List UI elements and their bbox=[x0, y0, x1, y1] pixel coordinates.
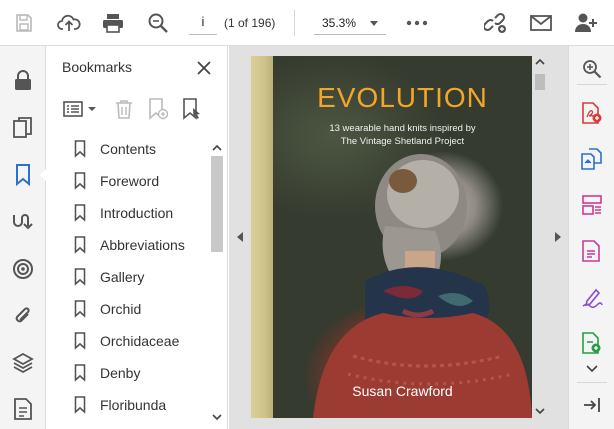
zoom-select[interactable]: 35.3% bbox=[314, 11, 386, 35]
collapse-left-panel-icon[interactable] bbox=[237, 232, 243, 242]
add-user-icon[interactable] bbox=[570, 7, 602, 39]
document-scrollbar[interactable] bbox=[533, 56, 547, 418]
lock-icon[interactable] bbox=[7, 64, 39, 96]
bookmark-label: Foreword bbox=[100, 173, 160, 189]
bookmark-icon bbox=[74, 332, 86, 350]
delete-bookmark-icon[interactable] bbox=[112, 96, 136, 122]
organize-pages-icon[interactable] bbox=[577, 190, 607, 220]
attachment-icon[interactable] bbox=[7, 300, 39, 332]
page-count-label: (1 of 196) bbox=[224, 16, 276, 30]
collapse-pane-icon[interactable] bbox=[577, 390, 607, 420]
chevron-up-icon[interactable] bbox=[535, 58, 545, 65]
bookmark-label: Introduction bbox=[100, 205, 174, 221]
rail-divider bbox=[577, 382, 607, 383]
more-icon[interactable] bbox=[401, 7, 433, 39]
collapse-right-panel-icon[interactable] bbox=[555, 232, 561, 242]
bookmark-icon bbox=[74, 396, 86, 414]
document-properties-icon[interactable] bbox=[7, 393, 39, 425]
bookmark-icon bbox=[74, 364, 86, 382]
page-number-input[interactable]: i bbox=[189, 11, 217, 35]
bookmarks-panel: Bookmarks Contents Foreword Introduction bbox=[46, 46, 228, 429]
bookmark-toolbar bbox=[46, 92, 227, 126]
chevron-down-icon[interactable] bbox=[212, 412, 222, 422]
bookmark-options-button[interactable] bbox=[62, 96, 98, 122]
scrollbar-thumb[interactable] bbox=[211, 156, 223, 252]
save-icon[interactable] bbox=[8, 7, 40, 39]
bookmark-from-selection-icon[interactable] bbox=[180, 96, 204, 122]
bookmark-scrollbar[interactable] bbox=[210, 142, 224, 422]
cover-title: EVOLUTION bbox=[317, 82, 488, 113]
close-icon[interactable] bbox=[194, 58, 214, 78]
bookmark-label: Gallery bbox=[100, 269, 145, 285]
document-viewer: EVOLUTION 13 wearable hand knits inspire… bbox=[229, 46, 568, 429]
bookmark-label: Contents bbox=[100, 141, 157, 157]
zoom-search-icon[interactable] bbox=[577, 54, 607, 84]
layers-target-icon[interactable] bbox=[7, 253, 39, 285]
list-item[interactable]: Floribunda bbox=[74, 392, 208, 418]
layers-icon[interactable] bbox=[7, 347, 39, 379]
cover-subtitle-line: 13 wearable hand knits inspired by bbox=[329, 123, 476, 134]
bookmark-icon bbox=[74, 204, 86, 222]
zoom-search-icon[interactable] bbox=[142, 7, 174, 39]
list-item[interactable]: Denby bbox=[74, 360, 208, 386]
bookmark-icon bbox=[74, 172, 86, 190]
chevron-up-icon[interactable] bbox=[212, 142, 222, 152]
toolbar-divider bbox=[294, 10, 295, 36]
chevron-down-icon[interactable] bbox=[535, 408, 545, 415]
list-item[interactable]: Introduction bbox=[74, 200, 208, 226]
print-icon[interactable] bbox=[97, 7, 129, 39]
chevron-down-icon[interactable] bbox=[586, 364, 598, 374]
bookmark-icon bbox=[74, 140, 86, 158]
list-item[interactable]: Orchid bbox=[74, 296, 208, 322]
bookmark-icon bbox=[74, 268, 86, 286]
export-pdf-icon[interactable] bbox=[577, 98, 607, 128]
list-item[interactable]: Abbreviations bbox=[74, 232, 208, 258]
left-tool-rail bbox=[0, 46, 47, 429]
chevron-down-icon bbox=[370, 21, 378, 26]
bookmark-label: Orchid bbox=[100, 301, 142, 317]
bookmark-label: Denby bbox=[100, 365, 141, 381]
combine-files-icon[interactable] bbox=[577, 144, 607, 174]
list-item[interactable]: Orchidaceae bbox=[74, 328, 208, 354]
book-spine bbox=[251, 56, 273, 418]
list-item[interactable]: Contents bbox=[74, 139, 208, 162]
list-item[interactable]: Foreword bbox=[74, 168, 208, 194]
cover-subtitle-line: The Vintage Shetland Project bbox=[340, 136, 465, 147]
edit-pdf-icon[interactable] bbox=[577, 236, 607, 266]
email-icon[interactable] bbox=[525, 7, 557, 39]
list-item[interactable]: Gallery bbox=[74, 264, 208, 290]
zoom-value: 35.3% bbox=[322, 16, 357, 30]
new-bookmark-icon[interactable] bbox=[146, 96, 170, 122]
panel-title: Bookmarks bbox=[62, 59, 133, 75]
top-toolbar: i (1 of 196) 35.3% bbox=[0, 0, 614, 46]
right-tool-rail bbox=[568, 46, 614, 429]
bookmark-label: Orchidaceae bbox=[100, 333, 180, 349]
signatures-icon[interactable] bbox=[7, 206, 39, 238]
scrollbar-thumb[interactable] bbox=[535, 74, 545, 90]
pages-icon[interactable] bbox=[7, 112, 39, 144]
bookmark-icon bbox=[74, 236, 86, 254]
bookmark-icon bbox=[74, 300, 86, 318]
document-page[interactable]: EVOLUTION 13 wearable hand knits inspire… bbox=[251, 56, 532, 418]
cover-author: Susan Crawford bbox=[352, 383, 453, 399]
cover-subtitle: 13 wearable hand knits inspired by The V… bbox=[273, 122, 532, 148]
bookmark-label: Abbreviations bbox=[100, 237, 185, 253]
fill-sign-icon[interactable] bbox=[577, 282, 607, 312]
export-file-icon[interactable] bbox=[577, 328, 607, 358]
bookmark-label: Floribunda bbox=[100, 397, 167, 413]
rail-divider bbox=[577, 84, 607, 85]
bookmark-icon[interactable] bbox=[7, 159, 39, 191]
bookmark-list: Contents Foreword Introduction Abbreviat… bbox=[46, 139, 210, 425]
share-link-icon[interactable] bbox=[480, 7, 512, 39]
cloud-upload-icon[interactable] bbox=[53, 7, 85, 39]
